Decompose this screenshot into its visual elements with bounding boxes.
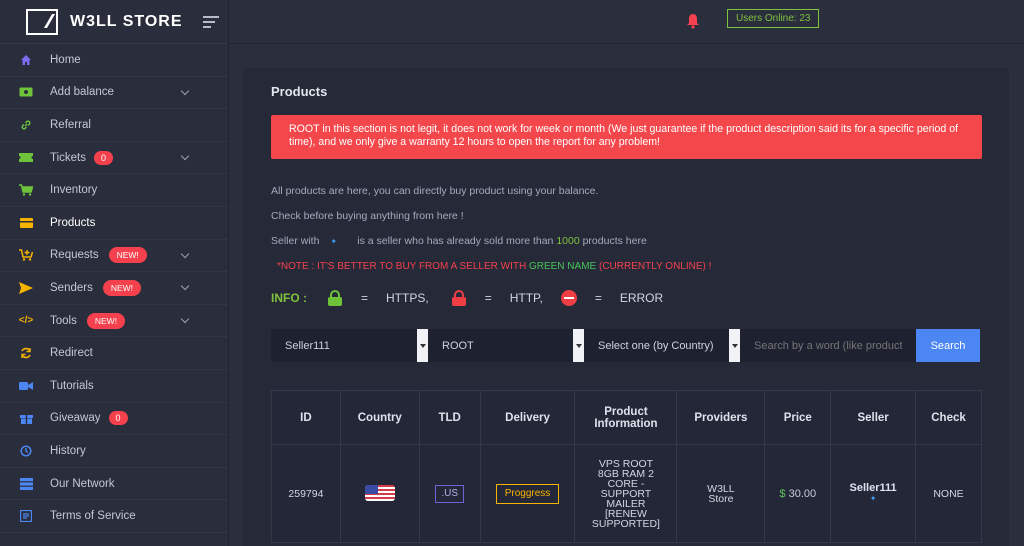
sidebar-item-terms[interactable]: Terms of Service xyxy=(0,500,228,533)
price-cell: $ 30.00 xyxy=(764,444,832,543)
sidebar-item-inventory[interactable]: Inventory xyxy=(0,174,228,207)
column-header[interactable]: Check xyxy=(915,390,982,445)
sync-icon xyxy=(19,347,33,359)
history-icon xyxy=(19,445,33,457)
seller-select[interactable]: Seller111 xyxy=(271,329,428,362)
table-header-row: ID Country TLD Delivery Product Informat… xyxy=(271,390,982,445)
home-icon xyxy=(19,54,33,66)
bell-icon[interactable] xyxy=(685,13,701,29)
table-row: 259794 .US Proggress VPS ROOT 8GB RAM 2 … xyxy=(271,444,982,543)
error-label: ERROR xyxy=(619,291,664,305)
server-icon xyxy=(19,477,33,490)
filters-bar: Seller111 ROOT Select one (by Country) S… xyxy=(271,329,980,362)
box-icon xyxy=(19,217,33,229)
https-label: HTTPS, xyxy=(386,291,429,305)
products-table: ID Country TLD Delivery Product Informat… xyxy=(271,390,982,543)
sidebar-item-products[interactable]: Products xyxy=(0,207,228,240)
brand: W3LL STORE xyxy=(0,0,228,44)
product-info-cell: VPS ROOT 8GB RAM 2 CORE - SUPPORT MAILER… xyxy=(574,444,678,543)
delivery-cell: Proggress xyxy=(479,444,576,543)
gift-icon xyxy=(19,412,33,425)
sidebar-item-home[interactable]: Home xyxy=(0,44,228,77)
money-icon xyxy=(19,86,33,98)
country-cell xyxy=(339,444,420,543)
chevron-down-icon[interactable] xyxy=(729,329,740,362)
info-label: INFO : xyxy=(271,291,307,305)
column-header[interactable]: Product Information xyxy=(574,390,678,445)
type-select[interactable]: ROOT xyxy=(428,329,584,362)
page-title: Products xyxy=(271,84,328,99)
lock-green-icon xyxy=(327,290,343,306)
chevron-down-icon[interactable] xyxy=(180,314,190,323)
error-icon xyxy=(560,290,577,306)
delivery-badge: Proggress xyxy=(495,483,560,504)
menu-toggle-icon[interactable] xyxy=(202,13,219,31)
tld-badge: .US xyxy=(435,484,464,503)
verified-seller-icon: ✦ xyxy=(869,494,877,503)
cart-icon xyxy=(19,184,33,196)
http-label: HTTP, xyxy=(509,291,543,305)
code-icon: </> xyxy=(18,314,34,326)
column-header[interactable]: TLD xyxy=(418,390,481,445)
ticket-icon xyxy=(19,152,33,164)
new-badge: NEW! xyxy=(108,247,147,264)
chevron-down-icon[interactable] xyxy=(180,249,190,258)
seller-cell: Seller111 ✦ xyxy=(830,444,917,543)
sidebar-item-history[interactable]: History xyxy=(0,435,228,468)
tickets-count-badge: 0 xyxy=(94,150,114,165)
verified-seller-icon: ✦ xyxy=(330,237,338,246)
users-online-badge: Users Online: 23 xyxy=(727,9,820,28)
country-select[interactable]: Select one (by Country) xyxy=(584,329,740,362)
seller-name[interactable]: Seller111 xyxy=(850,482,897,494)
column-header[interactable]: Delivery xyxy=(479,390,576,445)
document-icon xyxy=(19,510,33,523)
info-text-1: All products are here, you can directly … xyxy=(271,185,599,197)
link-icon xyxy=(19,119,33,131)
brand-name: W3LL STORE xyxy=(70,12,183,30)
sidebar-item-tutorials[interactable]: Tutorials xyxy=(0,370,228,403)
provider-cell: W3LL Store xyxy=(676,444,766,543)
chevron-down-icon[interactable] xyxy=(180,151,190,161)
cart-plus-icon xyxy=(19,249,33,262)
warning-alert: ROOT in this section is not legit, it do… xyxy=(271,115,982,159)
id-cell: 259794 xyxy=(271,444,341,543)
sidebar-item-tools[interactable]: </> Tools NEW! xyxy=(0,305,228,338)
video-icon xyxy=(19,380,33,392)
column-header[interactable]: Providers xyxy=(676,390,766,445)
top-header: Users Online: 23 xyxy=(229,0,1024,44)
sidebar-item-referral[interactable]: Referral xyxy=(0,109,228,142)
new-badge: NEW! xyxy=(102,279,142,296)
giveaway-count-badge: 0 xyxy=(108,411,128,426)
products-panel: Products ROOT in this section is not leg… xyxy=(243,68,1009,546)
sidebar-item-redirect[interactable]: Redirect xyxy=(0,337,228,370)
check-cell: NONE xyxy=(915,444,982,543)
sidebar-item-tickets[interactable]: Tickets 0 xyxy=(0,142,228,175)
tld-cell: .US xyxy=(418,444,481,543)
sidebar-item-senders[interactable]: Senders NEW! xyxy=(0,272,228,305)
chevron-down-icon[interactable] xyxy=(180,86,190,95)
column-header[interactable]: Price xyxy=(764,390,832,445)
column-header[interactable]: Seller xyxy=(830,390,917,445)
store-logo-icon xyxy=(26,8,58,35)
send-icon xyxy=(19,281,33,294)
info-text-2: Check before buying anything from here ! xyxy=(271,210,464,222)
column-header[interactable]: ID xyxy=(271,390,341,445)
chevron-down-icon[interactable] xyxy=(180,281,190,291)
info-legend: INFO : = HTTPS, = HTTP, = ERROR xyxy=(271,290,664,306)
sidebar-item-giveaway[interactable]: Giveaway 0 xyxy=(0,403,228,436)
chevron-down-icon[interactable] xyxy=(417,329,428,362)
column-header[interactable]: Country xyxy=(339,390,420,445)
search-input[interactable] xyxy=(740,329,916,362)
note-text: *NOTE : IT'S BETTER TO BUY FROM A SELLER… xyxy=(277,261,712,272)
us-flag-icon xyxy=(364,484,395,501)
chevron-down-icon[interactable] xyxy=(573,329,584,362)
new-badge: NEW! xyxy=(86,312,126,329)
lock-red-icon xyxy=(451,290,467,306)
sidebar-item-add-balance[interactable]: Add balance xyxy=(0,77,228,110)
sidebar-item-our-network[interactable]: Our Network xyxy=(0,468,228,501)
info-text-3: Seller with ✦ is a seller who has alread… xyxy=(271,235,647,247)
sidebar-item-requests[interactable]: Requests NEW! xyxy=(0,240,228,273)
sidebar: W3LL STORE Home Add balance Referral Tic… xyxy=(0,0,229,546)
search-button[interactable]: Search xyxy=(916,329,980,362)
